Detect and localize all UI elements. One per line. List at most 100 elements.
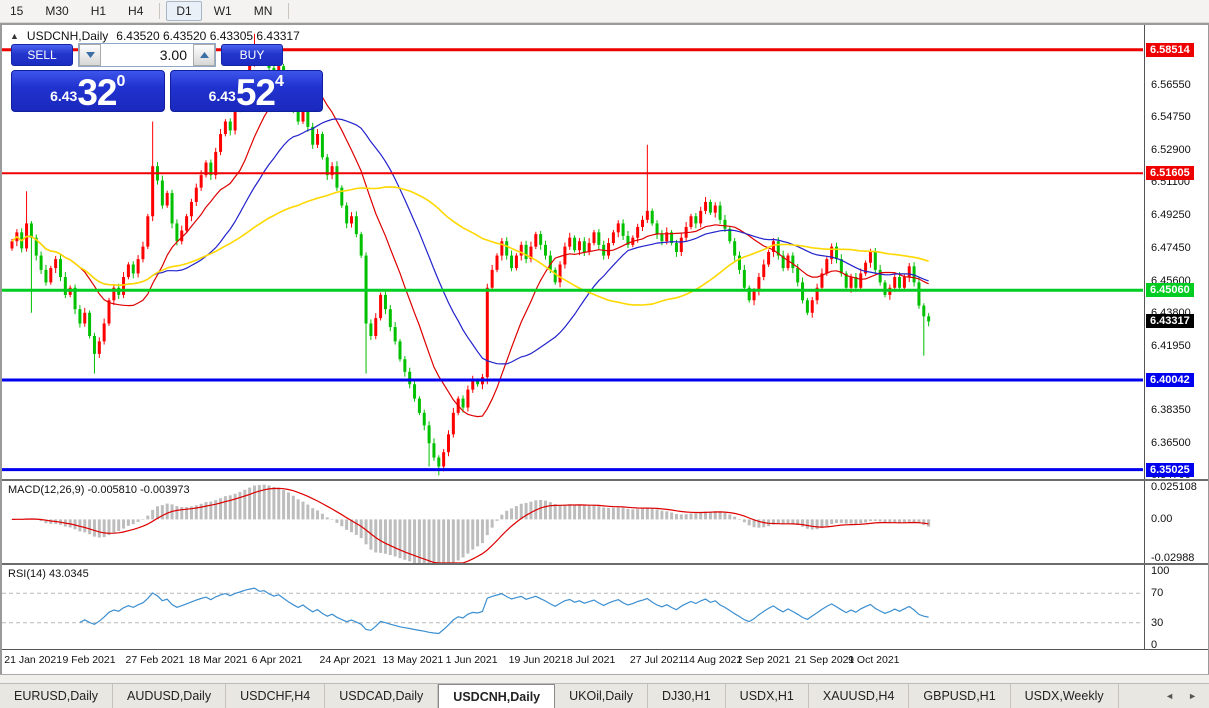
rsi-pane: 10070300 RSI(14) 43.0345 bbox=[2, 565, 1208, 649]
price-badge: 6.45060 bbox=[1146, 283, 1194, 297]
toolbar-separator bbox=[288, 3, 289, 19]
price-badge: 6.43317 bbox=[1146, 314, 1194, 328]
tab-xauusd-h4[interactable]: XAUUSD,H4 bbox=[809, 684, 910, 708]
time-axis-label: 6 Apr 2021 bbox=[252, 654, 303, 666]
sell-price-sup: 0 bbox=[117, 73, 126, 91]
tab-usdchf-h4[interactable]: USDCHF,H4 bbox=[226, 684, 325, 708]
tab-eurusd-daily[interactable]: EURUSD,Daily bbox=[0, 684, 113, 708]
axis-tick-label: 6.41950 bbox=[1151, 340, 1191, 352]
rsi-line bbox=[80, 588, 929, 633]
sell-price-tile[interactable]: 6.43320 bbox=[11, 70, 165, 112]
buy-price-sup: 4 bbox=[275, 73, 284, 91]
timeframe-toolbar: 15 M30 H1 H4 D1 W1 MN bbox=[0, 0, 1209, 23]
volume-control bbox=[78, 43, 216, 67]
time-axis-label: 19 Jun 2021 bbox=[509, 654, 567, 666]
time-axis-label: 18 Mar 2021 bbox=[189, 654, 248, 666]
macd-name: MACD(12,26,9) bbox=[8, 484, 84, 496]
time-axis-label: 24 Apr 2021 bbox=[320, 654, 377, 666]
timeframe-m15[interactable]: 15 bbox=[0, 1, 33, 21]
tab-usdx-weekly[interactable]: USDX,Weekly bbox=[1011, 684, 1119, 708]
macd-label: MACD(12,26,9) -0.005810 -0.003973 bbox=[8, 484, 190, 496]
volume-input[interactable] bbox=[101, 45, 193, 65]
macd-values: -0.005810 -0.003973 bbox=[87, 484, 189, 496]
mt4-window: 15 M30 H1 H4 D1 W1 MN 6.56550 6.54750 6.52… bbox=[0, 0, 1209, 708]
buy-price-big: 52 bbox=[236, 76, 275, 109]
tab-usdx-h1[interactable]: USDX,H1 bbox=[726, 684, 809, 708]
timeframe-d1[interactable]: D1 bbox=[166, 1, 201, 21]
chart-symbol-label: USDCNH,Daily bbox=[27, 29, 108, 43]
timeframe-h1[interactable]: H1 bbox=[81, 1, 116, 21]
window-resize-strip bbox=[0, 674, 1209, 683]
chart-window: 6.565506.547506.529006.511006.492506.474… bbox=[0, 23, 1209, 674]
time-axis[interactable]: 21 Jan 20219 Feb 2021 27 Feb 2021 18 Mar 2… bbox=[2, 649, 1208, 671]
price-badge: 6.35025 bbox=[1146, 463, 1194, 477]
chart-title: ▲ USDCNH,Daily 6.43520 6.43520 6.43305 6… bbox=[10, 29, 300, 43]
time-axis-label: 27 Feb 2021 bbox=[126, 654, 185, 666]
tab-usdcad-daily[interactable]: USDCAD,Daily bbox=[325, 684, 438, 708]
tab-scroll-arrows: ◄ ► bbox=[1165, 684, 1209, 708]
axis-tick-label: 70 bbox=[1151, 587, 1163, 599]
time-axis-label: 2 Sep 2021 bbox=[737, 654, 791, 666]
rsi-value: 43.0345 bbox=[49, 568, 89, 580]
timeframe-mn[interactable]: MN bbox=[244, 1, 283, 21]
ma-medium-line bbox=[12, 119, 929, 364]
timeframe-w1[interactable]: W1 bbox=[204, 1, 242, 21]
triangle-up-icon bbox=[200, 52, 209, 58]
axis-tick-label: 6.52900 bbox=[1151, 144, 1191, 156]
time-axis-label: 13 May 2021 bbox=[383, 654, 444, 666]
time-axis-label: 1 Jun 2021 bbox=[446, 654, 498, 666]
axis-tick-label: 6.36500 bbox=[1151, 437, 1191, 449]
price-badge: 6.40042 bbox=[1146, 373, 1194, 387]
volume-decrease-button[interactable] bbox=[79, 44, 101, 66]
axis-tick-label: 6.49250 bbox=[1151, 209, 1191, 221]
price-badge: 6.51605 bbox=[1146, 166, 1194, 180]
axis-tick-label: 6.56550 bbox=[1151, 79, 1191, 91]
one-click-trading-panel: SELL BUY 6.43320 bbox=[11, 43, 323, 112]
macd-pane: 0.0251080.00-0.02988 MACD(12,26,9) -0.00… bbox=[2, 481, 1208, 563]
rsi-label: RSI(14) 43.0345 bbox=[8, 568, 89, 580]
collapse-arrow-icon[interactable]: ▲ bbox=[10, 31, 19, 41]
axis-tick-label: 6.38350 bbox=[1151, 404, 1191, 416]
time-axis-label: 8 Jul 2021 bbox=[567, 654, 615, 666]
sell-price-big: 32 bbox=[77, 76, 116, 109]
buy-button[interactable]: BUY bbox=[221, 44, 283, 66]
chart-ohlc-values: 6.43520 6.43520 6.43305 6.43317 bbox=[116, 29, 300, 43]
tab-gbpusd-h1[interactable]: GBPUSD,H1 bbox=[909, 684, 1010, 708]
ma-slow-line bbox=[12, 187, 929, 305]
axis-tick-label: 6.54750 bbox=[1151, 111, 1191, 123]
price-badge: 6.58514 bbox=[1146, 43, 1194, 57]
macd-signal-line bbox=[12, 488, 929, 563]
main-chart-pane: 6.565506.547506.529006.511006.492506.474… bbox=[2, 25, 1208, 479]
time-axis-label: 21 Jan 2021 bbox=[4, 654, 62, 666]
tab-audusd-daily[interactable]: AUDUSD,Daily bbox=[113, 684, 226, 708]
volume-increase-button[interactable] bbox=[193, 44, 215, 66]
tab-usdcnh-daily[interactable]: USDCNH,Daily bbox=[438, 684, 555, 708]
toolbar-separator bbox=[159, 3, 160, 19]
tab-ukoil-daily[interactable]: UKOil,Daily bbox=[555, 684, 648, 708]
time-axis-label: 21 Sep 2021 bbox=[795, 654, 855, 666]
axis-tick-label: 30 bbox=[1151, 617, 1163, 629]
buy-price-tile[interactable]: 6.43524 bbox=[170, 70, 324, 112]
axis-tick-label: 6.47450 bbox=[1151, 242, 1191, 254]
triangle-down-icon bbox=[86, 52, 95, 58]
buy-price-prefix: 6.43 bbox=[209, 88, 236, 104]
axis-tick-label: 0.025108 bbox=[1151, 481, 1197, 493]
time-axis-label: 9 Feb 2021 bbox=[62, 654, 115, 666]
axis-tick-label: 100 bbox=[1151, 565, 1169, 577]
axis-tick-label: 0.00 bbox=[1151, 513, 1172, 525]
tab-scroll-left-icon[interactable]: ◄ bbox=[1165, 691, 1174, 701]
rsi-axis[interactable]: 10070300 bbox=[1144, 565, 1208, 649]
rsi-canvas[interactable] bbox=[2, 565, 1143, 649]
tab-dj30-h1[interactable]: DJ30,H1 bbox=[648, 684, 726, 708]
sell-price-prefix: 6.43 bbox=[50, 88, 77, 104]
chart-tabbar: EURUSD,Daily AUDUSD,Daily USDCHF,H4 USDC… bbox=[0, 683, 1209, 708]
price-axis[interactable]: 6.565506.547506.529006.511006.492506.474… bbox=[1144, 25, 1208, 479]
sell-button[interactable]: SELL bbox=[11, 44, 73, 66]
tab-scroll-right-icon[interactable]: ► bbox=[1188, 691, 1197, 701]
time-axis-label: 9 Oct 2021 bbox=[848, 654, 899, 666]
time-axis-label: 14 Aug 2021 bbox=[683, 654, 742, 666]
macd-axis[interactable]: 0.0251080.00-0.02988 bbox=[1144, 481, 1208, 563]
timeframe-m30[interactable]: M30 bbox=[35, 1, 78, 21]
ma-fast-line bbox=[12, 82, 929, 416]
timeframe-h4[interactable]: H4 bbox=[118, 1, 153, 21]
